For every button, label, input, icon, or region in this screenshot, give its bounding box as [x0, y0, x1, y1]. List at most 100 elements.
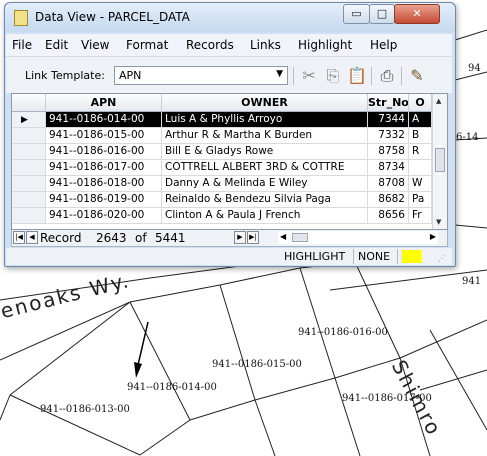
scroll-up-icon[interactable]: ▲: [436, 97, 441, 105]
cell-str-no[interactable]: 8734: [368, 160, 409, 176]
column-header-str-no[interactable]: Str_No: [368, 94, 409, 112]
parcel-label-014: 941--0186-014-00: [127, 382, 217, 393]
cell-o[interactable]: A: [409, 112, 432, 128]
cell-apn[interactable]: 941--0186-018-00: [46, 176, 162, 192]
menu-links[interactable]: Links: [250, 38, 281, 52]
cell-o[interactable]: Pa: [409, 192, 432, 208]
copy-icon[interactable]: ⎘: [323, 66, 343, 86]
cell-apn[interactable]: 941--0186-016-00: [46, 144, 162, 160]
table-row[interactable]: 941--0186-020-00 Clinton A & Paula J Fre…: [12, 208, 432, 224]
toolbar-separator: [293, 67, 294, 85]
previous-record-icon[interactable]: ◀: [26, 231, 38, 244]
cell-str-no[interactable]: 8682: [368, 192, 409, 208]
cell-owner[interactable]: Arthur R & Martha K Burden: [162, 128, 368, 144]
cell-str-no[interactable]: 8656: [368, 208, 409, 224]
record-of-label: of: [135, 231, 147, 245]
next-record-icon[interactable]: ▶: [234, 231, 246, 244]
menu-bar: File Edit View Format Records Links High…: [6, 34, 452, 57]
column-header-o[interactable]: O: [409, 94, 432, 112]
table-row[interactable]: 941--0186-015-00 Arthur R & Martha K Bur…: [12, 128, 432, 144]
row-selector[interactable]: [12, 208, 46, 224]
paste-icon[interactable]: 📋: [347, 66, 367, 86]
chevron-down-icon: ▼: [276, 69, 283, 79]
print-icon[interactable]: ⎙: [377, 66, 397, 86]
cell-owner[interactable]: Bill E & Gladys Rowe: [162, 144, 368, 160]
cell-owner[interactable]: Danny A & Melinda E Wiley: [162, 176, 368, 192]
scroll-down-icon[interactable]: ▼: [436, 218, 441, 226]
toolbar: Link Template: APN ▼ ✂ ⎘ 📋 ⎙ ✎: [6, 57, 452, 93]
row-selector[interactable]: [12, 176, 46, 192]
toolbar-separator: [401, 67, 402, 85]
scroll-right-icon[interactable]: ▶: [430, 232, 436, 241]
parcel-label-partial-right: 6-14: [456, 132, 479, 143]
row-selector[interactable]: ▶: [12, 112, 46, 128]
horizontal-scroll-thumb[interactable]: [292, 233, 308, 242]
status-bar: HIGHLIGHT NONE ⋰: [6, 248, 452, 265]
menu-file[interactable]: File: [12, 38, 32, 52]
column-header-apn[interactable]: APN: [46, 94, 162, 112]
column-header-owner[interactable]: OWNER: [162, 94, 368, 112]
status-separator: [353, 249, 354, 264]
row-selector[interactable]: [12, 160, 46, 176]
cell-o[interactable]: B: [409, 128, 432, 144]
highlight-color-swatch[interactable]: [401, 250, 421, 263]
highlight-status-label: HIGHLIGHT: [284, 250, 346, 263]
cell-owner[interactable]: Clinton A & Paula J French: [162, 208, 368, 224]
cell-owner[interactable]: Luis A & Phyllis Arroyo: [162, 112, 368, 128]
table-row[interactable]: 941--0186-018-00 Danny A & Melinda E Wil…: [12, 176, 432, 192]
table-row[interactable]: 941--0186-017-00 COTTRELL ALBERT 3RD & C…: [12, 160, 432, 176]
first-record-icon[interactable]: |◀: [13, 231, 25, 244]
menu-help[interactable]: Help: [370, 38, 397, 52]
row-selector[interactable]: [12, 144, 46, 160]
cell-apn[interactable]: 941--0186-017-00: [46, 160, 162, 176]
resize-grip-icon[interactable]: ⋰: [438, 254, 446, 263]
horizontal-scrollbar[interactable]: ◀ ▶: [278, 231, 438, 244]
parcel-label-013: 941--0186-013-00: [40, 404, 130, 415]
menu-highlight[interactable]: Highlight: [298, 38, 352, 52]
table-row[interactable]: 941--0186-019-00 Reinaldo & Bendezu Silv…: [12, 192, 432, 208]
cell-o[interactable]: Fr: [409, 208, 432, 224]
menu-records[interactable]: Records: [186, 38, 234, 52]
record-position-input[interactable]: 2643: [96, 231, 127, 245]
title-bar[interactable]: Data View - PARCEL_DATA ▭ □ ✕: [5, 3, 455, 32]
row-selector[interactable]: [12, 128, 46, 144]
data-grid: APN OWNER Str_No O ▶ 941--0186-014-00 Lu…: [11, 93, 448, 230]
record-total: 5441: [155, 231, 186, 245]
menu-edit[interactable]: Edit: [45, 38, 68, 52]
table-row[interactable]: ▶ 941--0186-014-00 Luis A & Phyllis Arro…: [12, 112, 432, 128]
cell-apn[interactable]: 941--0186-020-00: [46, 208, 162, 224]
minimize-button[interactable]: ▭: [343, 4, 370, 24]
cell-owner[interactable]: COTTRELL ALBERT 3RD & COTTRE: [162, 160, 368, 176]
cell-str-no[interactable]: 7344: [368, 112, 409, 128]
cell-apn[interactable]: 941--0186-019-00: [46, 192, 162, 208]
cell-apn[interactable]: 941--0186-015-00: [46, 128, 162, 144]
menu-view[interactable]: View: [81, 38, 109, 52]
cell-owner[interactable]: Reinaldo & Bendezu Silvia Paga: [162, 192, 368, 208]
parcel-label-partial-top: 94: [468, 63, 481, 74]
status-separator: [397, 249, 398, 264]
row-selector[interactable]: [12, 192, 46, 208]
menu-format[interactable]: Format: [126, 38, 168, 52]
last-record-icon[interactable]: ▶|: [247, 231, 259, 244]
cut-icon[interactable]: ✂: [299, 66, 319, 86]
close-button[interactable]: ✕: [394, 4, 440, 24]
table-row[interactable]: 941--0186-016-00 Bill E & Gladys Rowe 87…: [12, 144, 432, 160]
data-view-window: Data View - PARCEL_DATA ▭ □ ✕ File Edit …: [4, 2, 456, 267]
cell-o[interactable]: [409, 160, 432, 176]
link-template-label: Link Template:: [25, 69, 105, 82]
cell-o[interactable]: W: [409, 176, 432, 192]
cell-o[interactable]: R: [409, 144, 432, 160]
link-template-select[interactable]: APN ▼: [114, 66, 288, 85]
cell-str-no[interactable]: 8708: [368, 176, 409, 192]
edit-tool-icon[interactable]: ✎: [407, 66, 427, 86]
highlight-status-value: NONE: [358, 250, 391, 263]
cell-str-no[interactable]: 8758: [368, 144, 409, 160]
parcel-label-017: 941--0186-017-00: [342, 393, 432, 404]
cell-apn[interactable]: 941--0186-014-00: [46, 112, 162, 128]
link-template-value: APN: [119, 69, 142, 82]
vertical-scroll-thumb[interactable]: [435, 148, 445, 172]
maximize-button[interactable]: □: [369, 4, 395, 24]
scroll-left-icon[interactable]: ◀: [280, 232, 286, 241]
vertical-scrollbar[interactable]: ▲ ▼: [432, 94, 447, 229]
cell-str-no[interactable]: 7332: [368, 128, 409, 144]
